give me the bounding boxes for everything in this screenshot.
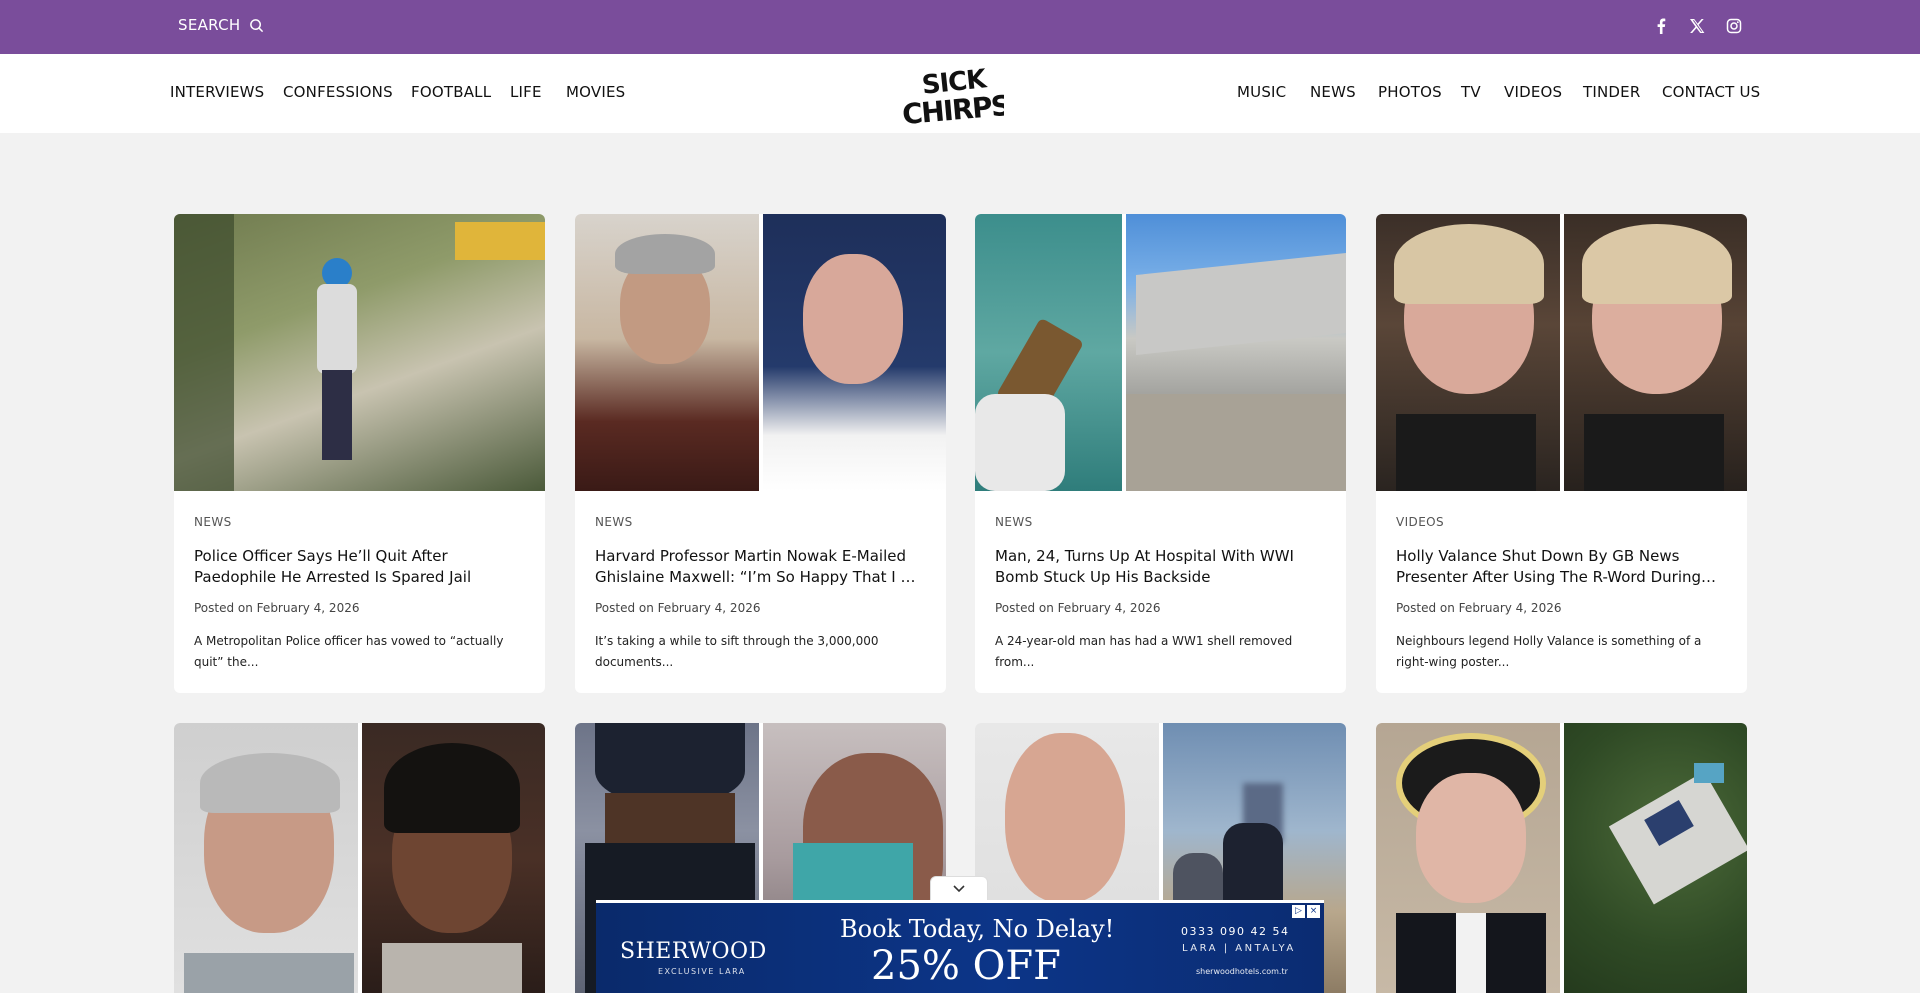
article-title[interactable]: Holly Valance Shut Down By GB News Prese… bbox=[1396, 546, 1727, 588]
article-photo bbox=[1563, 723, 1747, 993]
article-date: Posted on February 4, 2026 bbox=[995, 601, 1161, 615]
article-category: VIDEOS bbox=[1396, 515, 1445, 529]
article-photo bbox=[361, 723, 545, 993]
search-icon bbox=[249, 18, 263, 32]
svg-text:CHIRPSE: CHIRPSE bbox=[901, 87, 1004, 126]
nav-movies[interactable]: MOVIES bbox=[566, 83, 625, 101]
article-photo bbox=[174, 214, 545, 491]
article-title[interactable]: Man, 24, Turns Up At Hospital With WWI B… bbox=[995, 546, 1326, 588]
article-image bbox=[1376, 214, 1747, 491]
x-twitter-icon[interactable] bbox=[1687, 16, 1707, 36]
ad-site: sherwoodhotels.com.tr bbox=[1196, 967, 1288, 976]
ad-brand-sub: EXCLUSIVE LARA bbox=[658, 967, 746, 976]
search-button[interactable]: SEARCH bbox=[178, 16, 264, 34]
instagram-icon[interactable] bbox=[1724, 16, 1744, 36]
article-photo bbox=[575, 214, 759, 491]
nav-confessions[interactable]: CONFESSIONS bbox=[283, 83, 393, 101]
chevron-down-icon bbox=[953, 884, 965, 892]
article-photo bbox=[1563, 214, 1747, 491]
nav-news[interactable]: NEWS bbox=[1310, 83, 1356, 101]
nav-life[interactable]: LIFE bbox=[510, 83, 542, 101]
article-image bbox=[975, 214, 1346, 491]
nav-music[interactable]: MUSIC bbox=[1237, 83, 1286, 101]
article-category: NEWS bbox=[995, 515, 1033, 529]
nav-tinder[interactable]: TINDER bbox=[1583, 83, 1640, 101]
nav-tv[interactable]: TV bbox=[1461, 83, 1481, 101]
article-date: Posted on February 4, 2026 bbox=[1396, 601, 1562, 615]
article-card[interactable]: NEWS Police Officer Says He’ll Quit Afte… bbox=[174, 214, 545, 693]
ad-offer: 25% OFF bbox=[871, 943, 1061, 989]
article-date: Posted on February 4, 2026 bbox=[194, 601, 360, 615]
article-image bbox=[174, 723, 545, 993]
search-label: SEARCH bbox=[178, 16, 241, 34]
article-card[interactable]: VIDEOS Holly Valance Shut Down By GB New… bbox=[1376, 214, 1747, 693]
article-excerpt: A Metropolitan Police officer has vowed … bbox=[194, 634, 504, 669]
ad-collapse-button[interactable] bbox=[930, 876, 988, 900]
ad-headline: Book Today, No Delay! bbox=[840, 915, 1115, 943]
article-image bbox=[1376, 723, 1747, 993]
ad-location: LARA | ANTALYA bbox=[1182, 943, 1296, 954]
ad-brand: SHERWOOD bbox=[620, 939, 767, 964]
article-card[interactable]: NEWS Man, 24, Turns Up At Hospital With … bbox=[975, 214, 1346, 693]
ad-banner[interactable]: ▷ × SHERWOOD EXCLUSIVE LARA Book Today, N… bbox=[596, 900, 1324, 993]
article-photo bbox=[762, 214, 946, 491]
nav-photos[interactable]: PHOTOS bbox=[1378, 83, 1442, 101]
article-image bbox=[174, 214, 545, 491]
article-category: NEWS bbox=[194, 515, 232, 529]
article-excerpt: A 24-year-old man has had a WW1 shell re… bbox=[995, 634, 1293, 669]
article-card[interactable] bbox=[174, 723, 545, 993]
article-title[interactable]: Harvard Professor Martin Nowak E-Mailed … bbox=[595, 546, 926, 588]
article-card[interactable]: NEWS Harvard Professor Martin Nowak E-Ma… bbox=[575, 214, 946, 693]
nav-interviews[interactable]: INTERVIEWS bbox=[170, 83, 264, 101]
article-excerpt: It’s taking a while to sift through the … bbox=[595, 634, 879, 669]
ad-container: ▷ × SHERWOOD EXCLUSIVE LARA Book Today, N… bbox=[596, 876, 1324, 993]
article-title[interactable]: Police Officer Says He’ll Quit After Pae… bbox=[194, 546, 525, 588]
top-bar: SEARCH bbox=[0, 0, 1920, 54]
nav-contact-us[interactable]: CONTACT US bbox=[1662, 83, 1760, 101]
article-date: Posted on February 4, 2026 bbox=[595, 601, 761, 615]
facebook-icon[interactable] bbox=[1651, 16, 1671, 36]
article-photo bbox=[1376, 723, 1560, 993]
article-excerpt: Neighbours legend Holly Valance is somet… bbox=[1396, 634, 1702, 669]
article-photo bbox=[174, 723, 358, 993]
article-photo bbox=[975, 214, 1122, 491]
ad-choices-icon[interactable]: ▷ × bbox=[1292, 905, 1320, 918]
article-photo bbox=[1376, 214, 1560, 491]
nav-videos[interactable]: VIDEOS bbox=[1504, 83, 1562, 101]
ad-phone: 0333 090 42 54 bbox=[1181, 925, 1290, 938]
site-logo[interactable]: SICK CHIRPSE bbox=[900, 64, 1029, 131]
article-photo bbox=[1126, 214, 1346, 491]
article-image bbox=[575, 214, 946, 491]
nav-football[interactable]: FOOTBALL bbox=[411, 83, 491, 101]
article-card[interactable] bbox=[1376, 723, 1747, 993]
article-category: NEWS bbox=[595, 515, 633, 529]
